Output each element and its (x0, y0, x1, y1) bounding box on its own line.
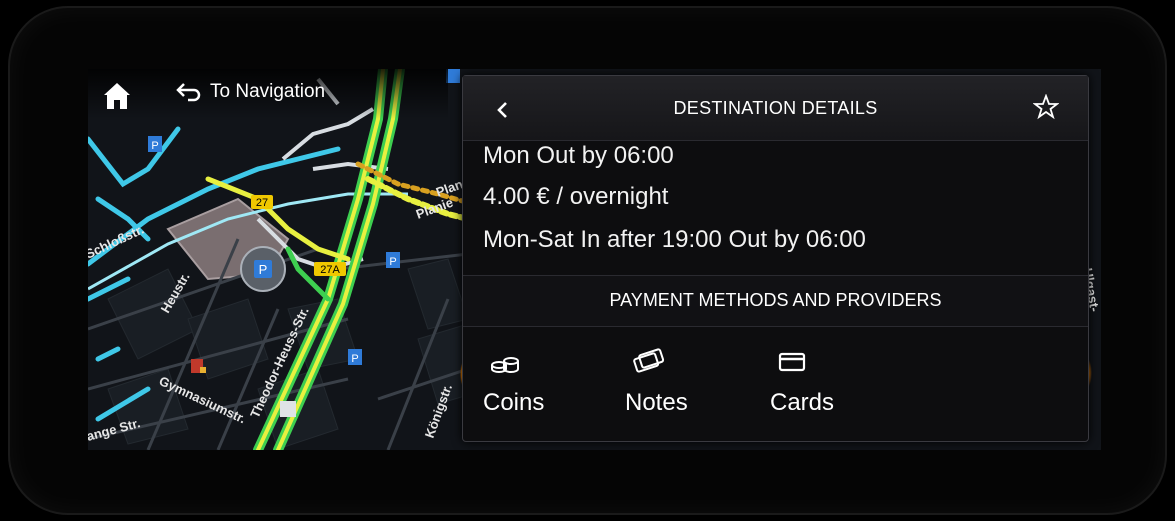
favorite-star-icon[interactable] (1033, 94, 1059, 120)
selected-parking-marker[interactable]: P (240, 246, 286, 292)
home-icon[interactable] (100, 79, 134, 113)
coins-icon (491, 357, 519, 373)
card-icon (778, 352, 806, 372)
to-navigation-button[interactable]: To Navigation (176, 77, 325, 107)
detail-line: Mon-Sat In after 19:00 Out by 06:00 (483, 226, 866, 253)
panel-title: DESTINATION DETAILS (673, 98, 878, 118)
payment-section-header: PAYMENT METHODS AND PROVIDERS (463, 275, 1088, 327)
svg-text:27: 27 (256, 197, 268, 209)
coins-label: Coins (483, 389, 545, 416)
return-arrow-icon (176, 83, 201, 102)
notes-label: Notes (625, 389, 688, 416)
map-topbar: To Navigation (88, 69, 448, 119)
svg-text:P: P (259, 262, 268, 277)
payment-notes[interactable]: Notes (625, 341, 745, 431)
destination-details-panel: DESTINATION DETAILS Mon Out by 06:00 4.0… (462, 75, 1089, 442)
banknotes-icon (633, 348, 665, 373)
payment-coins[interactable]: Coins (483, 341, 603, 431)
section-title: PAYMENT METHODS AND PROVIDERS (609, 290, 942, 310)
price-line: 4.00 € / overnight (483, 183, 669, 210)
parking-icon[interactable]: P (148, 136, 162, 152)
route-badge-27: 27 (251, 195, 273, 209)
route-badge-27a: 27A (314, 262, 346, 276)
parking-icon[interactable]: P (348, 349, 362, 365)
parking-icon[interactable]: P (386, 252, 400, 268)
payment-cards[interactable]: Cards (770, 341, 890, 431)
to-navigation-label: To Navigation (210, 81, 326, 102)
display-screen: 27 27A P P P P Schloßstr. Heustr. Gymnas… (88, 69, 1101, 450)
poi-marker[interactable] (280, 401, 296, 417)
svg-text:27A: 27A (320, 264, 340, 276)
svg-text:P: P (351, 353, 358, 365)
panel-header: DESTINATION DETAILS (463, 76, 1088, 141)
parking-icon[interactable] (446, 69, 460, 83)
detail-line: Mon Out by 06:00 (483, 142, 674, 169)
cards-label: Cards (770, 389, 835, 416)
svg-text:P: P (389, 256, 396, 268)
svg-text:P: P (151, 140, 158, 152)
